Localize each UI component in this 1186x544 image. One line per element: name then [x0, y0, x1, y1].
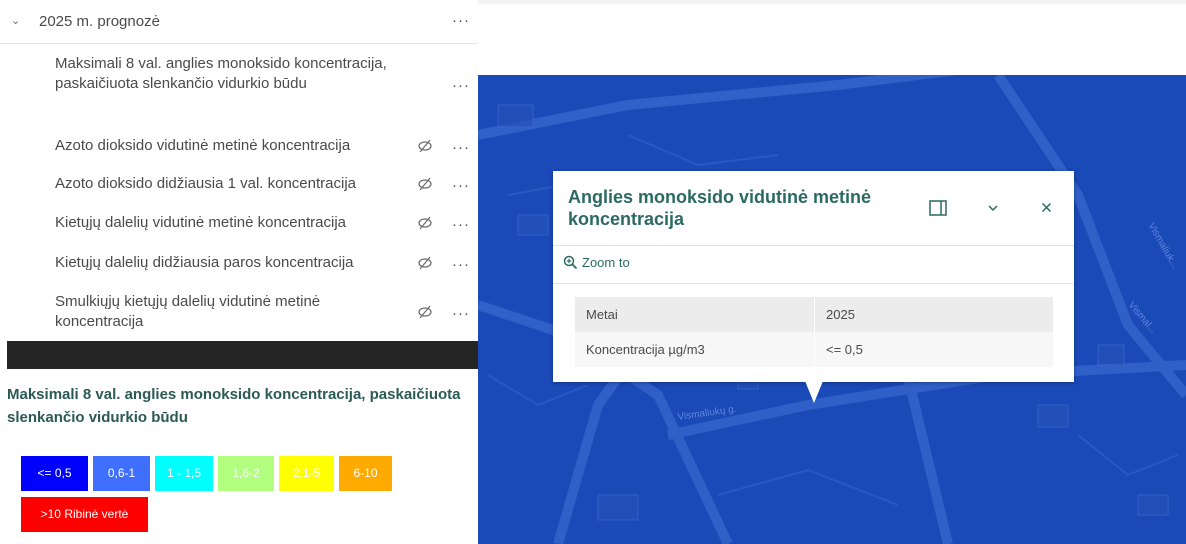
ellipsis-icon[interactable]: ···: [452, 140, 470, 155]
close-icon[interactable]: [1041, 202, 1052, 213]
chevron-down-icon[interactable]: ⌄: [11, 14, 20, 27]
feature-popup: Anglies monoksido vidutinė metinė koncen…: [553, 171, 1074, 382]
zoom-to-label: Zoom to: [582, 255, 630, 270]
legend-class-6: 6-10: [339, 456, 392, 491]
legend-class-5: 2,1-5: [279, 456, 334, 491]
layer-item-pm10-daily[interactable]: Kietųjų dalelių didžiausia paros koncent…: [55, 253, 395, 273]
layer-item-pm10-annual[interactable]: Kietųjų dalelių vidutinė metinė koncentr…: [55, 213, 395, 233]
street-label: Vismaliuk...: [1145, 221, 1180, 271]
field-name: Koncentracija µg/m3: [575, 332, 815, 367]
popup-title: Anglies monoksido vidutinė metinė koncen…: [568, 187, 872, 229]
ellipsis-icon[interactable]: ···: [452, 78, 470, 93]
eye-slash-icon[interactable]: [417, 139, 433, 153]
popup-divider: [553, 245, 1074, 246]
layer-item-pm25-annual[interactable]: Smulkiųjų kietųjų dalelių vidutinė metin…: [55, 292, 395, 331]
legend-class-1: <= 0,5: [21, 456, 88, 491]
legend-class-3: 1 - 1,5: [155, 456, 213, 491]
field-name: Metai: [575, 297, 815, 332]
eye-slash-icon[interactable]: [417, 305, 433, 319]
zoom-to-button[interactable]: Zoom to: [563, 255, 630, 270]
ellipsis-icon[interactable]: ···: [452, 217, 470, 232]
eye-slash-icon[interactable]: [417, 177, 433, 191]
layer-item-no2-annual[interactable]: Azoto dioksido vidutinė metinė koncentra…: [55, 136, 395, 156]
ellipsis-icon[interactable]: ···: [452, 306, 470, 321]
field-value: <= 0,5: [814, 332, 1053, 367]
chevron-down-icon[interactable]: [987, 203, 999, 213]
eye-slash-icon[interactable]: [417, 256, 433, 270]
ellipsis-icon[interactable]: ···: [452, 257, 470, 272]
popup-divider: [553, 283, 1074, 284]
ellipsis-icon[interactable]: ···: [452, 13, 470, 28]
layer-item-co-max8h[interactable]: Maksimali 8 val. anglies monoksido konce…: [55, 54, 395, 93]
layer-panel: ⌄ 2025 m. prognozė ··· Maksimali 8 val. …: [0, 0, 478, 544]
field-value: 2025: [814, 297, 1053, 332]
popup-pointer: [805, 381, 823, 403]
legend-header-bar: [7, 341, 478, 369]
table-row: Koncentracija µg/m3 <= 0,5: [575, 332, 1053, 367]
layer-item-no2-1h[interactable]: Azoto dioksido didžiausia 1 val. koncent…: [55, 174, 395, 194]
legend-class-2: 0,6-1: [93, 456, 150, 491]
zoom-in-icon: [563, 255, 578, 270]
layer-group-title: 2025 m. prognozė: [39, 13, 160, 30]
legend-title: Maksimali 8 val. anglies monoksido konce…: [7, 386, 461, 426]
attribute-table: Metai 2025 Koncentracija µg/m3 <= 0,5: [575, 297, 1053, 367]
legend-class-4: 1,6-2: [218, 456, 274, 491]
dock-icon[interactable]: [929, 200, 947, 216]
ellipsis-icon[interactable]: ···: [452, 178, 470, 193]
table-row: Metai 2025: [575, 297, 1053, 332]
legend-class-7: >10 Ribinė vertė: [21, 497, 148, 532]
eye-slash-icon[interactable]: [417, 216, 433, 230]
layer-group-row[interactable]: ⌄ 2025 m. prognozė ···: [0, 0, 478, 44]
